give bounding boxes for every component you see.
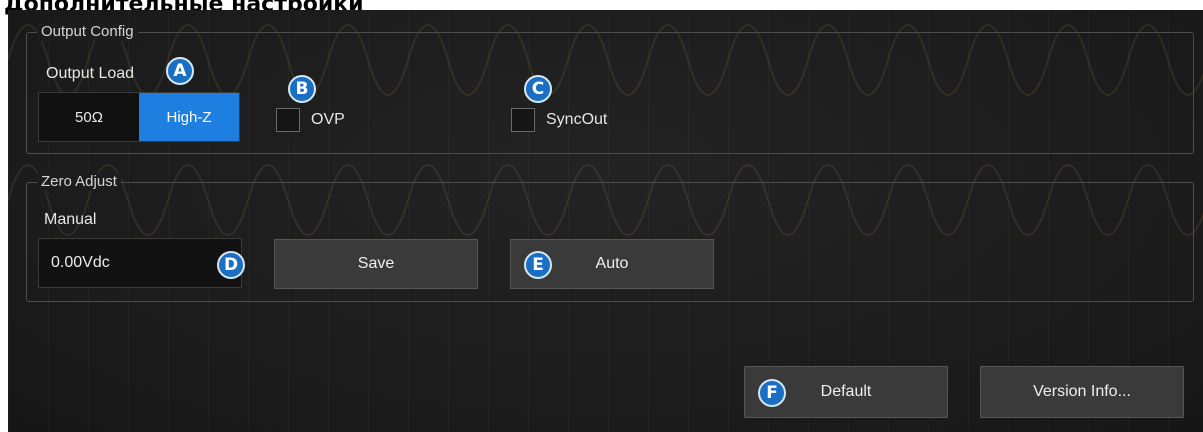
callout-f-icon: F	[758, 379, 786, 407]
zero-adjust-title: Zero Adjust	[37, 173, 121, 191]
output-load-selector[interactable]: 50Ω High-Z	[38, 92, 240, 142]
load-option-50ohm[interactable]: 50Ω	[39, 93, 139, 141]
save-button[interactable]: Save	[274, 239, 478, 289]
output-config-title: Output Config	[37, 23, 138, 41]
ovp-label: OVP	[311, 111, 345, 128]
zero-offset-input[interactable]: 0.00Vdc	[38, 238, 242, 288]
output-load-label: Output Load	[46, 65, 135, 82]
load-option-high-z[interactable]: High-Z	[139, 93, 239, 141]
manual-label: Manual	[44, 211, 97, 228]
syncout-checkbox[interactable]	[511, 108, 535, 132]
callout-c-icon: C	[524, 75, 552, 103]
settings-panel: Output Config Output Load A 50Ω High-Z B…	[8, 10, 1203, 432]
auto-button-label: Auto	[595, 255, 629, 272]
callout-d-icon: D	[217, 251, 245, 279]
version-info-button[interactable]: Version Info...	[980, 366, 1184, 418]
ovp-checkbox[interactable]	[276, 108, 300, 132]
callout-b-icon: B	[288, 75, 316, 103]
page: Дополнительные настройки Output Config O…	[0, 0, 1203, 432]
syncout-label: SyncOut	[546, 111, 608, 128]
default-button-label: Default	[820, 383, 872, 400]
callout-a-icon: A	[166, 57, 194, 85]
callout-e-icon: E	[524, 251, 552, 279]
